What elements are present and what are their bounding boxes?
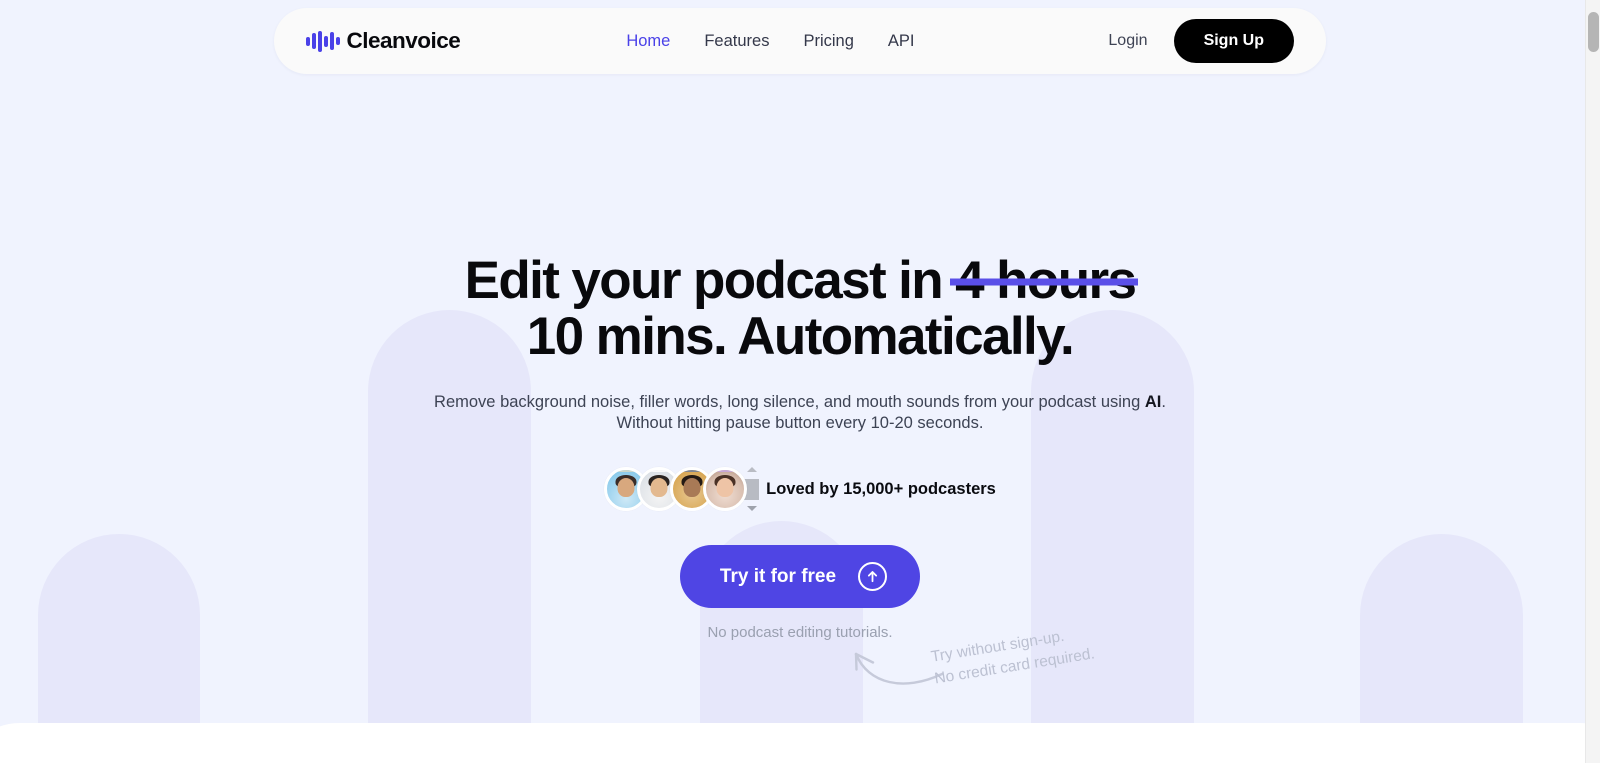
primary-nav: Home Features Pricing API (626, 32, 914, 51)
stepper-down-icon[interactable] (746, 506, 757, 511)
arrow-up-circle-icon (858, 562, 888, 591)
page-title: Edit your podcast in 4 hours 10 mins. Au… (465, 254, 1139, 366)
stepper-up-icon[interactable] (746, 467, 757, 472)
hero-section: Edit your podcast in 4 hours 10 mins. Au… (0, 0, 1600, 763)
avatar (703, 467, 748, 511)
nav-link-api[interactable]: API (888, 32, 915, 51)
sign-up-button[interactable]: Sign Up (1173, 19, 1294, 63)
waveform-icon (306, 30, 340, 52)
avatar-group (604, 467, 748, 511)
try-it-for-free-button[interactable]: Try it for free (679, 545, 921, 608)
subtitle-line1-prefix: Remove background noise, filler words, l… (434, 393, 1145, 411)
header: Cleanvoice Home Features Pricing API Log… (0, 8, 1600, 74)
hero-subtitle: Remove background noise, filler words, l… (434, 392, 1166, 434)
scrollbar-thumb[interactable] (1588, 12, 1599, 52)
login-link[interactable]: Login (1108, 32, 1147, 50)
subtitle-line2: Without hitting pause button every 10-20… (616, 414, 984, 432)
nav-actions: Login Sign Up (1108, 19, 1294, 63)
nav-link-pricing[interactable]: Pricing (803, 32, 853, 51)
landing-page: Cleanvoice Home Features Pricing API Log… (0, 0, 1600, 763)
brand-logo[interactable]: Cleanvoice (306, 28, 461, 54)
page-scrollbar[interactable] (1585, 0, 1600, 763)
nav-link-home[interactable]: Home (626, 32, 670, 51)
cta-label: Try it for free (719, 565, 837, 587)
strikethrough-bar (950, 278, 1139, 286)
subtitle-line1-suffix: . (1161, 393, 1166, 411)
nav-link-features[interactable]: Features (704, 32, 769, 51)
headline-line2: 10 mins. Automatically. (526, 307, 1075, 366)
subtitle-ai-emphasis: AI (1144, 393, 1162, 411)
cta-note: No podcast editing tutorials. (707, 624, 893, 641)
brand-name: Cleanvoice (346, 28, 461, 53)
social-proof-label: Loved by 15,000+ podcasters (766, 479, 996, 498)
headline-prefix: Edit your podcast in (464, 251, 956, 310)
navbar: Cleanvoice Home Features Pricing API Log… (274, 8, 1326, 74)
social-proof: Loved by 15,000+ podcasters (604, 465, 996, 513)
headline-strikethrough: 4 hours (950, 254, 1139, 307)
